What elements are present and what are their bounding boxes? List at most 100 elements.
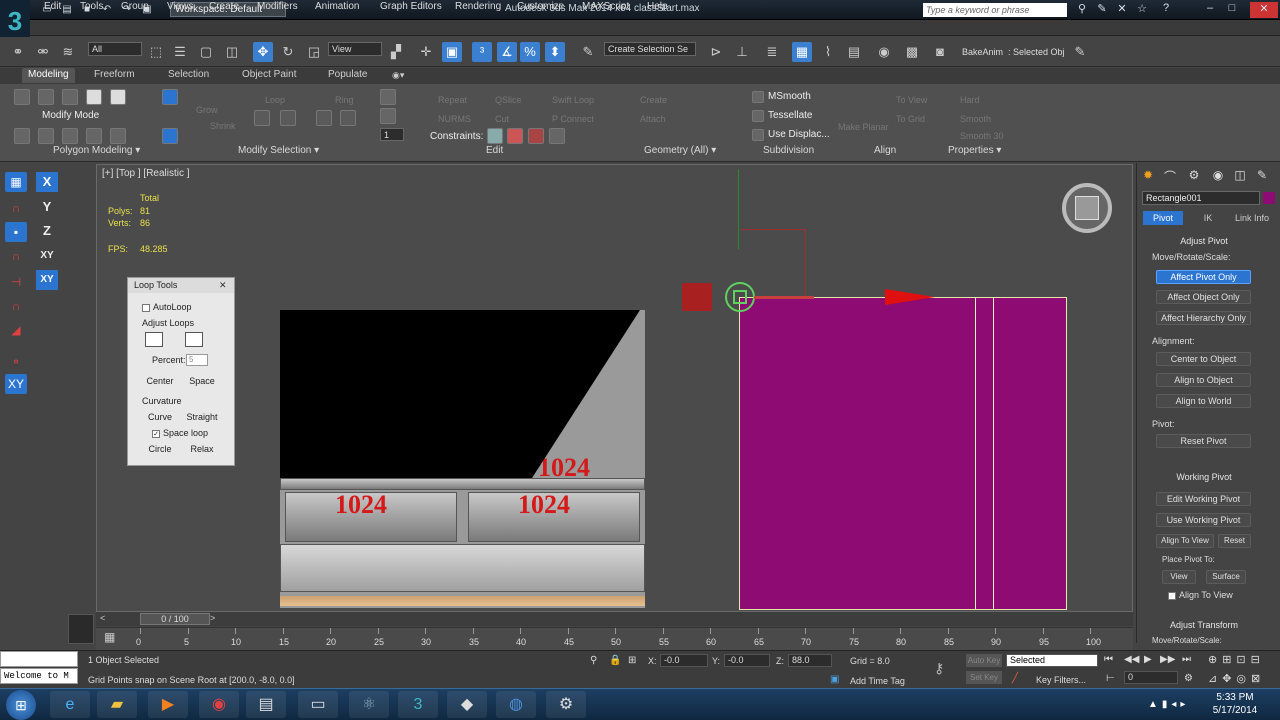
menu-tools[interactable]: Tools — [80, 1, 103, 12]
loop-tools-window[interactable]: Loop Tools ✕ AutoLoop Adjust Loops Perce… — [127, 277, 235, 466]
align-icon[interactable]: ⊥ — [732, 42, 752, 62]
bind-space-warp-icon[interactable]: ≋ — [58, 42, 78, 62]
set-key-icon[interactable]: ⚷ — [934, 660, 944, 677]
loop-decrease-icon[interactable] — [145, 332, 163, 347]
reset-pivot-button[interactable]: Reset Pivot — [1156, 434, 1251, 448]
circle-button[interactable]: Circle — [140, 442, 180, 456]
key-mode-toggle-icon[interactable]: ⊢ — [1106, 673, 1115, 684]
constraint-normal-icon[interactable] — [549, 128, 565, 144]
tab-pivot[interactable]: Pivot — [1143, 211, 1183, 225]
axis-x-button[interactable]: X — [36, 172, 58, 192]
keyboard-shortcut-override-icon[interactable]: ▣ — [442, 42, 462, 62]
show-end-result-icon[interactable] — [86, 128, 102, 144]
key-filters-button[interactable]: Key Filters... — [1036, 675, 1086, 685]
polygon-modeling-panel-title[interactable]: Polygon Modeling ▾ — [53, 145, 140, 156]
use-working-pivot-button[interactable]: Use Working Pivot — [1156, 513, 1251, 527]
start-button-icon[interactable]: ⊞ — [6, 690, 36, 720]
autoloop-checkbox[interactable]: AutoLoop — [142, 302, 192, 312]
modify-panel-icon[interactable]: ⌒ — [1162, 168, 1178, 184]
create-panel-icon[interactable]: ✹ — [1140, 168, 1156, 182]
toggle-command-mode-icon[interactable] — [62, 128, 78, 144]
center-to-object-button[interactable]: Center to Object — [1156, 352, 1251, 366]
snap-face-icon[interactable]: ◢ — [5, 320, 27, 340]
time-tag-icon[interactable]: ▣ — [830, 674, 839, 685]
network-app-icon[interactable]: ⚛ — [349, 691, 389, 718]
file-explorer-icon[interactable]: ▰ — [97, 691, 137, 718]
magnet-2-icon[interactable]: ∩ — [5, 246, 27, 266]
link-icon[interactable]: ⚭ — [8, 42, 28, 62]
communication-icon[interactable]: ✕ — [1112, 2, 1132, 15]
snaps-toggle-icon[interactable]: ³ — [472, 42, 492, 62]
msmooth-icon[interactable] — [752, 91, 764, 103]
percent-input[interactable]: 5 — [186, 354, 208, 366]
set-key-button[interactable]: Set Key — [966, 671, 1002, 684]
graphite-toolbar-icon[interactable]: ▦ — [792, 42, 812, 62]
auto-key-button[interactable]: Auto Key — [966, 654, 1002, 667]
time-slider-thumb[interactable]: 0 / 100 — [140, 613, 210, 625]
curve-button[interactable]: Curve — [140, 410, 180, 424]
previous-modifier-icon[interactable] — [110, 128, 126, 144]
search-input[interactable]: Type a keyword or phrase — [923, 3, 1067, 17]
selection-lock-icon[interactable]: 🔒 — [609, 655, 621, 666]
view-button[interactable]: View — [1162, 570, 1196, 584]
help-icon[interactable]: ? — [1156, 2, 1176, 14]
pivot-marker-box[interactable] — [682, 283, 712, 311]
tab-object-paint[interactable]: Object Paint — [236, 68, 302, 83]
snap-pivot-icon[interactable]: ⚬ — [5, 352, 27, 372]
rectangle-plane[interactable] — [739, 297, 1067, 610]
working-pivot-rollout[interactable]: Working Pivot — [1144, 472, 1264, 482]
menu-customize[interactable]: Customize — [517, 1, 564, 12]
key-mode-dropdown[interactable]: Selected — [1006, 654, 1098, 667]
snap-edge-icon[interactable]: ⊣ — [5, 272, 27, 292]
msmooth-label[interactable]: MSmooth — [768, 91, 811, 102]
viewport-navigation-icons-2[interactable]: ⊿✥◎⊠ — [1208, 672, 1265, 685]
tab-freeform[interactable]: Freeform — [88, 68, 141, 83]
graphite-select-icon[interactable] — [162, 89, 178, 105]
tab-populate[interactable]: Populate — [322, 68, 373, 83]
menu-modifiers[interactable]: Modifiers — [257, 1, 298, 12]
gizmo-x-axis[interactable] — [754, 296, 814, 299]
axis-xy-button[interactable]: XY — [36, 246, 58, 266]
search-binoculars-icon[interactable]: ⚲ — [1072, 2, 1092, 15]
tessellate-icon[interactable] — [752, 110, 764, 122]
gizmo-x-arrow-icon[interactable] — [885, 289, 935, 305]
viewport-label[interactable]: [+] [Top ] [Realistic ] — [102, 168, 190, 179]
internet-explorer-icon[interactable]: e — [50, 691, 90, 718]
z-coordinate-field[interactable]: 88.0 — [788, 654, 832, 667]
viewport-navigation-icons[interactable]: ⊕⊞⊡⊟ — [1208, 653, 1265, 666]
select-and-move-icon[interactable]: ✥ — [253, 42, 273, 62]
modify-selection-panel-title[interactable]: Modify Selection ▾ — [238, 145, 319, 156]
affect-object-only-button[interactable]: Affect Object Only — [1156, 290, 1251, 304]
favorites-icon[interactable]: ☆ — [1132, 2, 1152, 15]
display-panel-icon[interactable]: ◫ — [1232, 168, 1248, 182]
mirror-icon[interactable]: ⊳ — [706, 42, 726, 62]
align-panel-title[interactable]: Align — [874, 145, 896, 156]
percent-snap-icon[interactable]: % — [520, 42, 540, 62]
element-mode-icon[interactable] — [110, 89, 126, 105]
curve-editor-icon[interactable]: ⌇ — [818, 42, 838, 62]
ribbon-options-icon[interactable]: ◉▾ — [392, 70, 404, 81]
adjust-transform-rollout[interactable]: Adjust Transform — [1144, 620, 1264, 630]
object-name-field[interactable]: Rectangle001 — [1142, 191, 1260, 205]
select-manipulate-icon[interactable]: ✛ — [416, 42, 436, 62]
tessellate-label[interactable]: Tessellate — [768, 110, 812, 121]
textured-mesh[interactable]: 1024 1024 1024 — [280, 310, 645, 608]
angle-snap-icon[interactable]: ∡ — [497, 42, 517, 62]
magnet-icon[interactable]: ∩ — [5, 198, 27, 218]
render-setup-icon[interactable]: ▩ — [902, 42, 922, 62]
reference-coordinate-dropdown[interactable]: View — [328, 42, 382, 56]
script-tool-icon[interactable]: ✎ — [1070, 42, 1090, 62]
loop-increase-icon[interactable] — [185, 332, 203, 347]
motion-panel-icon[interactable]: ◉ — [1210, 168, 1226, 182]
modify-mode-label[interactable]: Modify Mode — [42, 110, 99, 121]
menu-create[interactable]: Create — [209, 1, 239, 12]
constraint-face-icon[interactable] — [528, 128, 544, 144]
axis-y-button[interactable]: Y — [36, 197, 58, 217]
menu-group[interactable]: Group — [121, 1, 149, 12]
open-file-icon[interactable]: ▤ — [60, 3, 74, 16]
mini-curve-editor-icon[interactable]: ▦ — [104, 630, 115, 644]
align-to-view-button[interactable]: Align To View — [1156, 534, 1214, 548]
viewport-maximize-icon[interactable] — [68, 614, 94, 644]
select-and-scale-icon[interactable]: ◲ — [304, 42, 324, 62]
polygon-mode-icon[interactable] — [86, 89, 102, 105]
